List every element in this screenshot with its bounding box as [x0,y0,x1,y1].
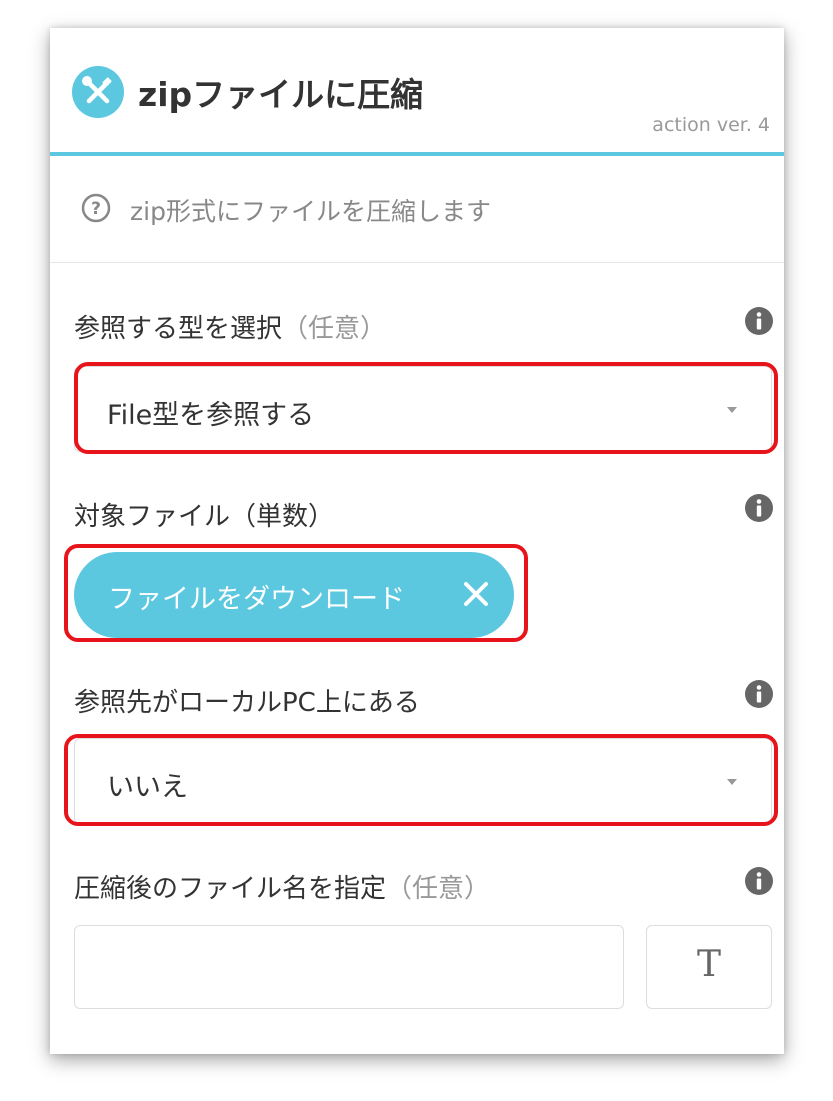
reference-type-label-text: 参照する型を選択 [74,314,283,344]
output-name-label-text: 圧縮後のファイル名を指定 [74,874,387,904]
highlight-box [64,544,528,642]
highlight-box [64,734,778,826]
description-row: ? zip形式にファイルを圧縮します [50,156,784,263]
question-circle-icon: ? [80,192,112,224]
panel-header: zipファイルに圧縮 action ver. 4 [50,28,784,156]
output-name-input[interactable] [74,925,624,1009]
info-icon[interactable] [744,493,774,523]
output-name-label: 圧縮後のファイル名を指定（任意） [74,868,490,905]
description-text: zip形式にファイルを圧縮します [130,197,491,226]
target-file-label: 対象ファイル（単数） [74,502,335,532]
highlight-box [74,362,778,454]
tools-icon [72,66,124,118]
info-icon[interactable] [744,306,774,336]
text-format-icon: T [696,944,721,985]
action-version: action ver. 4 [652,114,770,136]
page-title: zipファイルに圧縮 [138,75,424,114]
svg-text:?: ? [91,199,101,219]
text-format-button[interactable]: T [646,925,772,1009]
reference-type-label: 参照する型を選択（任意） [74,308,386,345]
local-pc-label: 参照先がローカルPC上にある [74,688,420,718]
info-icon[interactable] [744,866,774,896]
optional-tag: （任意） [386,874,491,904]
info-icon[interactable] [744,679,774,709]
action-panel: zipファイルに圧縮 action ver. 4 ? zip形式にファイルを圧縮… [50,28,784,1054]
optional-tag: （任意） [282,314,387,344]
